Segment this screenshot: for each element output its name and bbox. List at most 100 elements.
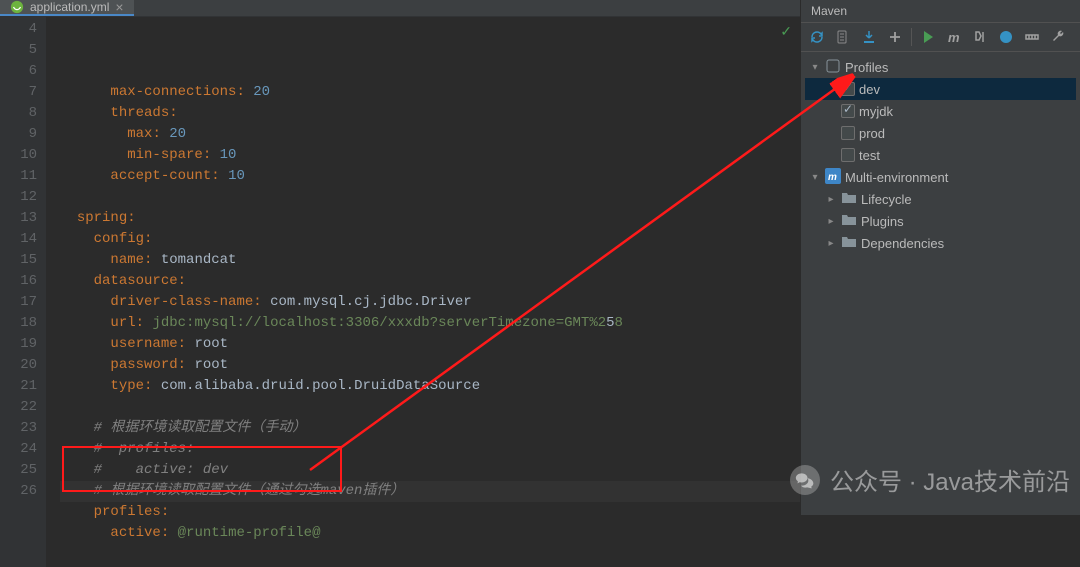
line-number: 12 — [2, 187, 37, 208]
inspections-ok-icon: ✓ — [780, 23, 792, 44]
code-line[interactable]: username: root — [60, 334, 800, 355]
code-line[interactable]: profiles: — [60, 502, 800, 523]
svg-text:m: m — [828, 172, 837, 183]
code-line[interactable]: min-spare: 10 — [60, 145, 800, 166]
code-line[interactable]: datasource: — [60, 271, 800, 292]
code-line[interactable]: type: com.alibaba.druid.pool.DruidDataSo… — [60, 376, 800, 397]
maven-toolbar: m — [801, 22, 1080, 52]
toolbar-reload-button[interactable] — [805, 26, 829, 48]
tree-node-profiles[interactable]: ▾ Profiles — [805, 56, 1076, 78]
tree-profile-dev[interactable]: dev — [805, 78, 1076, 100]
chevron-down-icon[interactable]: ▾ — [809, 62, 821, 73]
folder-icon — [841, 190, 857, 209]
code-line[interactable]: url: jdbc:mysql://localhost:3306/xxxdb?s… — [60, 313, 800, 334]
line-number: 5 — [2, 40, 37, 61]
code-line[interactable] — [60, 544, 800, 565]
chevron-down-icon[interactable]: ▾ — [809, 172, 821, 183]
code-line[interactable]: max: 20 — [60, 124, 800, 145]
annotation-red-box — [62, 446, 342, 492]
svg-text:m: m — [948, 30, 960, 45]
line-number: 25 — [2, 460, 37, 481]
code-line[interactable] — [60, 187, 800, 208]
maven-icon: m — [825, 168, 841, 187]
line-number: 26 — [2, 481, 37, 502]
toolbar-download-button[interactable] — [857, 26, 881, 48]
line-number: 22 — [2, 397, 37, 418]
tree-node-dependencies[interactable]: ▸ Dependencies — [805, 232, 1076, 254]
line-number: 9 — [2, 124, 37, 145]
toolbar-online-button[interactable] — [994, 26, 1018, 48]
toolbar-offline-button[interactable] — [1020, 26, 1044, 48]
line-number: 11 — [2, 166, 37, 187]
line-number: 7 — [2, 82, 37, 103]
profiles-icon — [825, 58, 841, 77]
folder-icon — [841, 212, 857, 231]
code-line[interactable]: password: root — [60, 355, 800, 376]
line-number: 15 — [2, 250, 37, 271]
code-line[interactable]: max-connections: 20 — [60, 82, 800, 103]
tree-label: Dependencies — [861, 236, 944, 251]
chevron-right-icon[interactable]: ▸ — [825, 194, 837, 205]
toolbar-m-button[interactable]: m — [942, 26, 966, 48]
tree-label: Multi-environment — [845, 170, 948, 185]
chevron-right-icon[interactable]: ▸ — [825, 216, 837, 227]
chevron-right-icon[interactable]: ▸ — [825, 238, 837, 249]
tree-label: dev — [859, 82, 880, 97]
tree-label: Plugins — [861, 214, 904, 229]
line-number: 6 — [2, 61, 37, 82]
tree-profile-myjdk[interactable]: myjdk — [805, 100, 1076, 122]
line-number: 13 — [2, 208, 37, 229]
close-icon[interactable]: × — [115, 0, 123, 14]
tree-node-lifecycle[interactable]: ▸ Lifecycle — [805, 188, 1076, 210]
maven-tree[interactable]: ▾ Profiles dev myjdk prod test ▾ m Multi-environ… — [801, 52, 1080, 515]
line-number: 18 — [2, 313, 37, 334]
line-number: 21 — [2, 376, 37, 397]
line-number: 17 — [2, 292, 37, 313]
code-line[interactable]: accept-count: 10 — [60, 166, 800, 187]
checkbox[interactable] — [841, 126, 855, 140]
editor-panel: application.yml × 4567891011121314151617… — [0, 0, 800, 515]
tree-label: myjdk — [859, 104, 893, 119]
line-number: 20 — [2, 355, 37, 376]
code-line[interactable]: name: tomandcat — [60, 250, 800, 271]
checkbox[interactable] — [841, 104, 855, 118]
toolbar-wrench-button[interactable] — [1046, 26, 1070, 48]
line-number: 8 — [2, 103, 37, 124]
code-line[interactable]: config: — [60, 229, 800, 250]
editor-tab-application-yml[interactable]: application.yml × — [0, 0, 134, 16]
maven-title: Maven — [801, 0, 1080, 22]
code-line[interactable]: active: @runtime-profile@ — [60, 523, 800, 544]
tree-profile-test[interactable]: test — [805, 144, 1076, 166]
line-number-gutter: 4567891011121314151617181920212223242526 — [0, 17, 46, 567]
tree-node-plugins[interactable]: ▸ Plugins — [805, 210, 1076, 232]
code-line[interactable]: spring: — [60, 208, 800, 229]
toolbar-run-button[interactable] — [916, 26, 940, 48]
line-number: 19 — [2, 334, 37, 355]
toolbar-skip-button[interactable] — [968, 26, 992, 48]
tree-label: Lifecycle — [861, 192, 912, 207]
checkbox[interactable] — [841, 82, 855, 96]
code-line[interactable]: threads: — [60, 103, 800, 124]
line-number: 10 — [2, 145, 37, 166]
tree-label: test — [859, 148, 880, 163]
checkbox[interactable] — [841, 148, 855, 162]
toolbar-generate-button[interactable] — [831, 26, 855, 48]
spring-file-icon — [10, 0, 24, 14]
line-number: 14 — [2, 229, 37, 250]
code-line[interactable]: # 根据环境读取配置文件（手动） — [60, 418, 800, 439]
editor-tab-label: application.yml — [30, 0, 109, 14]
line-number: 16 — [2, 271, 37, 292]
tree-label: Profiles — [845, 60, 888, 75]
tree-profile-prod[interactable]: prod — [805, 122, 1076, 144]
line-number: 24 — [2, 439, 37, 460]
maven-tool-window: Maven m ▾ Profiles dev myjdk prod test ▾ m Multi… — [800, 0, 1080, 515]
line-number: 4 — [2, 19, 37, 40]
code-line[interactable] — [60, 397, 800, 418]
tree-label: prod — [859, 126, 885, 141]
toolbar-add-button[interactable] — [883, 26, 907, 48]
tree-node-project[interactable]: ▾ m Multi-environment — [805, 166, 1076, 188]
line-number: 23 — [2, 418, 37, 439]
folder-icon — [841, 234, 857, 253]
code-line[interactable]: driver-class-name: com.mysql.cj.jdbc.Dri… — [60, 292, 800, 313]
toolbar-separator — [911, 28, 912, 46]
